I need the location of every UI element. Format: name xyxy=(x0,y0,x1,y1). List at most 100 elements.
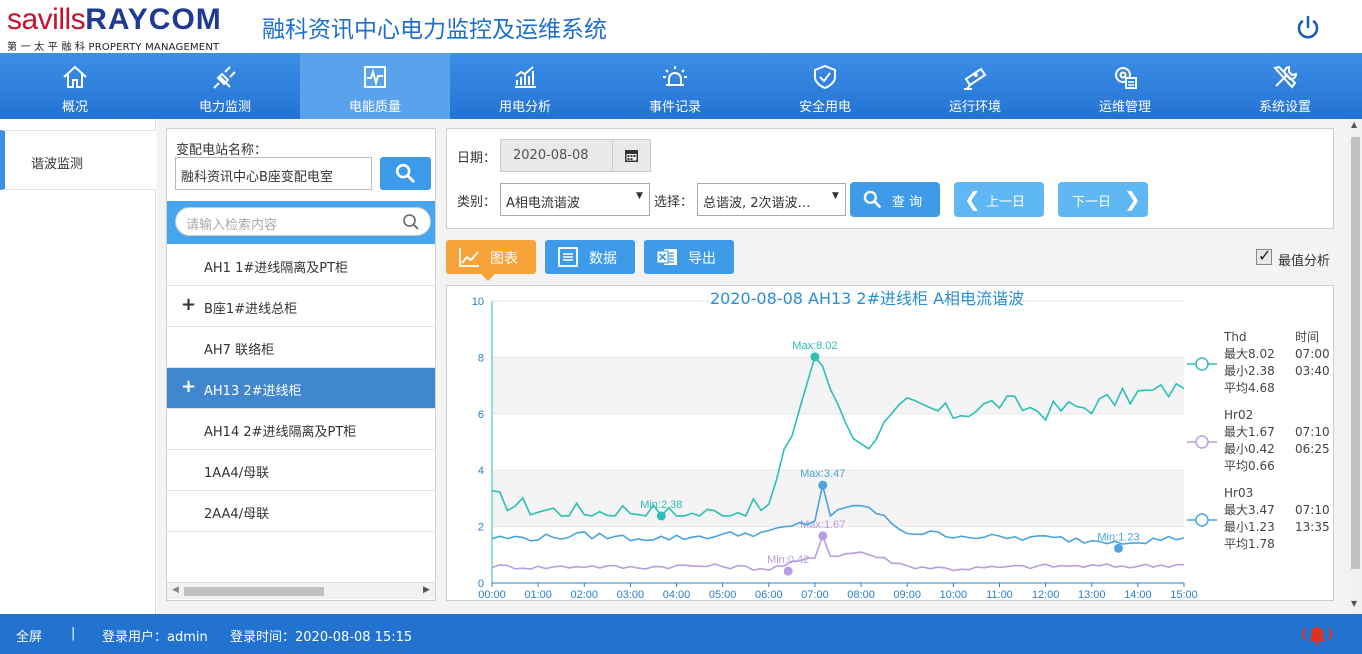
tree-item[interactable]: AH14 2#进线隔离及PT柜 xyxy=(167,409,435,450)
nav-usage-analysis[interactable]: 用电分析 xyxy=(450,53,600,119)
legend-series-name: Thd xyxy=(1223,330,1247,344)
query-label: 查 询 xyxy=(892,195,923,210)
nav-overview[interactable]: 概况 xyxy=(0,53,150,119)
type-select-value: A相电流谐波 xyxy=(506,196,580,211)
shield-check-icon xyxy=(814,64,836,90)
legend-marker xyxy=(1195,435,1209,449)
harmonic-select-label: 选择： xyxy=(654,195,694,210)
date-field[interactable]: 2020-08-08 xyxy=(500,139,651,172)
x-tick-label: 15:00 xyxy=(1170,589,1198,600)
camera-icon xyxy=(964,67,987,90)
footer-separator: | xyxy=(71,626,76,641)
legend-stat: 平均0.66 xyxy=(1224,459,1275,473)
x-tick-label: 09:00 xyxy=(893,589,921,600)
x-tick-label: 11:00 xyxy=(986,589,1013,600)
sidebar-item-label: 谐波监测 xyxy=(31,157,84,172)
min-marker xyxy=(656,511,666,521)
nav-label: 电力监测 xyxy=(198,100,251,115)
x-tick-label: 12:00 xyxy=(1032,589,1060,600)
legend-stat: 最大8.02 xyxy=(1224,347,1275,361)
next-day-button[interactable]: 下一日 ❯ xyxy=(1058,182,1148,217)
brand-logo: savillsRAYCOM 第 一 太 平 融 科 PROPERTY MANAG… xyxy=(7,4,247,54)
x-tick-label: 10:00 xyxy=(940,589,968,600)
tree-item[interactable]: AH7 联络柜 xyxy=(167,327,435,368)
sidebar-item-harmonic[interactable]: 谐波监测 xyxy=(0,130,156,190)
max-label: Max:8.02 xyxy=(792,340,837,352)
logo-subtitle: 第 一 太 平 融 科 PROPERTY MANAGEMENT xyxy=(7,42,220,53)
tree-item[interactable]: 2AA4/母联 xyxy=(167,491,435,532)
tree-horizontal-scrollbar[interactable]: ◀ ▶ xyxy=(167,582,435,599)
legend-stat-time: 07:10 xyxy=(1295,503,1330,517)
tree-search-input[interactable]: 请输入检索内容 xyxy=(175,207,431,236)
page-vertical-scrollbar[interactable]: ▲ ▼ xyxy=(1349,119,1362,614)
alarm-bell-icon[interactable] xyxy=(1299,622,1335,646)
x-tick-label: 14:00 xyxy=(1124,589,1152,600)
nav-label: 电能质量 xyxy=(348,100,401,115)
tree-item-label: AH13 2#进线柜 xyxy=(204,384,302,399)
nav-maintenance[interactable]: 运维管理 xyxy=(1050,53,1200,119)
login-time: 登录时间：2020-08-08 15:15 xyxy=(230,630,413,645)
scroll-down-icon[interactable]: ▼ xyxy=(1351,599,1357,608)
harmonic-select[interactable]: 总谐波, 2次谐波… ▼ xyxy=(697,183,846,216)
x-tick-label: 02:00 xyxy=(571,589,599,600)
tab-chart[interactable]: 图表 xyxy=(446,240,536,281)
alarm-light-icon xyxy=(663,66,687,86)
scroll-thumb[interactable] xyxy=(1351,137,1360,569)
power-icon[interactable] xyxy=(1294,13,1322,41)
expand-icon[interactable]: + xyxy=(181,377,196,397)
calendar-icon xyxy=(625,150,638,162)
station-label: 变配电站名称： xyxy=(176,143,268,158)
scroll-up-icon[interactable]: ▲ xyxy=(1351,120,1357,129)
tree-item[interactable]: + B座1#进线总柜 xyxy=(167,286,435,327)
scroll-left-icon[interactable]: ◀ xyxy=(172,585,179,595)
legend-series-name: Hr02 xyxy=(1224,408,1253,422)
login-user: 登录用户：admin xyxy=(102,630,208,645)
nav-label: 概况 xyxy=(61,100,88,115)
x-tick-label: 06:00 xyxy=(755,589,783,600)
x-tick-label: 05:00 xyxy=(709,589,737,600)
tree-item-label: 2AA4/母联 xyxy=(204,507,270,522)
tree-item-label: AH7 联络柜 xyxy=(204,343,275,358)
tree-item[interactable]: AH1 1#进线隔离及PT柜 xyxy=(167,245,435,286)
legend-stat-time: 07:00 xyxy=(1295,347,1330,361)
legend-stat: 最大3.47 xyxy=(1224,503,1275,517)
legend-stat-time: 06:25 xyxy=(1295,442,1330,456)
home-icon xyxy=(63,65,87,88)
tab-data[interactable]: 数据 xyxy=(545,240,635,274)
station-name-field[interactable]: 融科资讯中心B座变配电室 xyxy=(175,157,372,190)
nav-environment[interactable]: 运行环境 xyxy=(900,53,1050,119)
min-marker xyxy=(783,566,793,576)
nav-label: 系统设置 xyxy=(1258,100,1311,115)
nav-power-quality[interactable]: 电能质量 xyxy=(300,53,450,119)
peak-analysis-checkbox[interactable]: ✓ xyxy=(1256,246,1272,265)
export-button[interactable]: 导出 xyxy=(644,240,734,274)
nav-power-monitor[interactable]: 电力监测 xyxy=(150,53,300,119)
search-icon xyxy=(403,214,419,230)
y-tick-label: 2 xyxy=(478,522,484,534)
tree-item-selected[interactable]: + AH13 2#进线柜 xyxy=(167,368,435,409)
tree-item[interactable]: 1AA4/母联 xyxy=(167,450,435,491)
nav-safety[interactable]: 安全用电 xyxy=(750,53,900,119)
tools-icon xyxy=(1273,65,1297,89)
min-marker xyxy=(1113,543,1123,553)
legend-series-name: Hr03 xyxy=(1224,486,1253,500)
prev-day-button[interactable]: ❮ 上一日 xyxy=(954,182,1044,217)
expand-icon[interactable]: + xyxy=(181,295,196,315)
type-select[interactable]: A相电流谐波 ▼ xyxy=(500,183,650,216)
search-icon xyxy=(863,190,881,208)
tab-chart-label: 图表 xyxy=(490,251,518,267)
scroll-right-icon[interactable]: ▶ xyxy=(423,585,430,595)
station-search-button[interactable] xyxy=(380,157,431,190)
nav-event-log[interactable]: 事件记录 xyxy=(600,53,750,119)
max-marker xyxy=(810,352,820,362)
next-day-label: 下一日 xyxy=(1072,195,1112,210)
legend-stat: 最小1.23 xyxy=(1224,520,1275,534)
scroll-thumb[interactable] xyxy=(184,587,324,596)
query-button[interactable]: 查 询 xyxy=(850,182,940,217)
nav-settings[interactable]: 系统设置 xyxy=(1210,53,1360,119)
calendar-button[interactable] xyxy=(612,140,651,171)
max-label: Max:3.47 xyxy=(800,468,845,480)
footer: 全屏 | 登录用户：admin 登录时间：2020-08-08 15:15 xyxy=(0,614,1362,654)
fullscreen-button[interactable]: 全屏 xyxy=(16,626,42,645)
checkmark-icon: ✓ xyxy=(1258,246,1272,265)
